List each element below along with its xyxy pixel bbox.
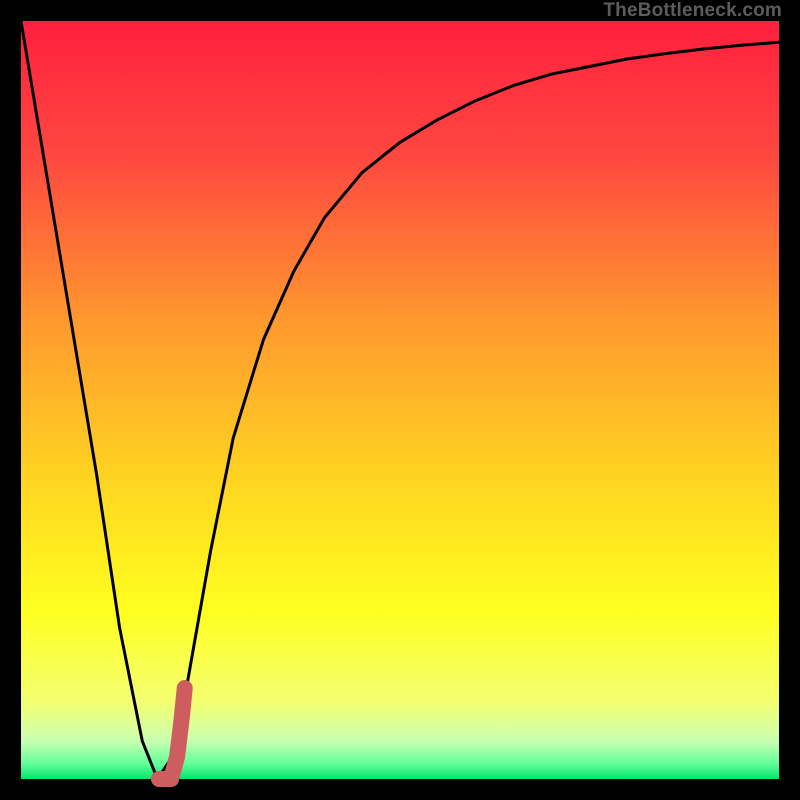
selected-point-marker: [159, 688, 185, 779]
watermark-text: TheBottleneck.com: [603, 0, 782, 22]
chart-svg: [21, 21, 779, 779]
chart-frame: TheBottleneck.com: [0, 0, 800, 800]
bottleneck-curve: [21, 21, 779, 779]
